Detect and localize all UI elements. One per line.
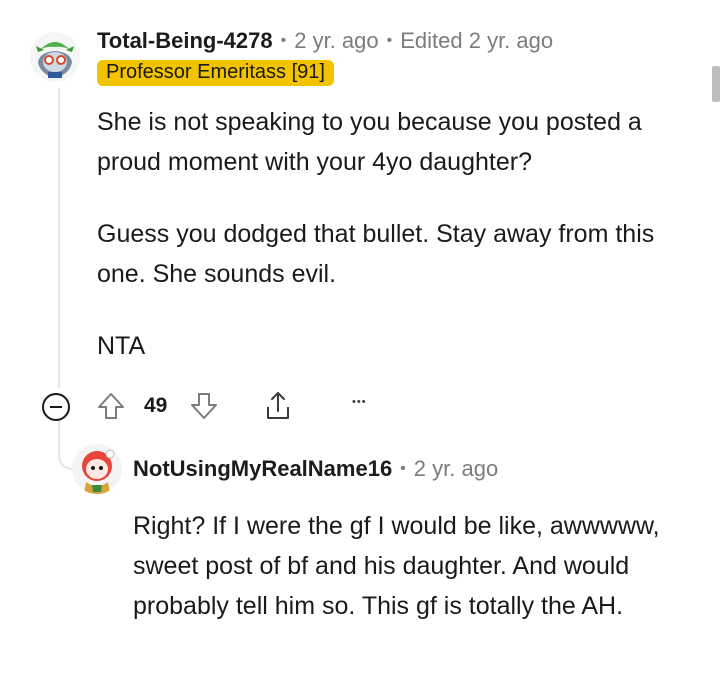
user-flair: Professor Emeritass [91]: [97, 60, 334, 86]
avatar[interactable]: [30, 32, 80, 82]
reply-body: Right? If I were the gf I would be like,…: [133, 512, 660, 620]
share-icon: [267, 392, 289, 419]
comment-paragraph: She is not speaking to you because you p…: [97, 108, 642, 176]
avatar-image: [30, 32, 80, 82]
comment-header: Total-Being-4278 • 2 yr. ago • Edited 2 …: [97, 28, 553, 54]
more-options-icon[interactable]: •••: [352, 396, 367, 408]
username[interactable]: Total-Being-4278: [97, 28, 273, 54]
comment-paragraph: Guess you dodged that bullet. Stay away …: [97, 220, 655, 288]
comment-paragraph: NTA: [97, 332, 146, 360]
reply-connector: [58, 420, 74, 470]
meta-separator: •: [280, 32, 287, 49]
timestamp[interactable]: 2 yr. ago: [294, 28, 378, 54]
meta-separator: •: [386, 32, 393, 49]
downvote-icon: [191, 393, 217, 419]
reply-username[interactable]: NotUsingMyRealName16: [133, 456, 392, 482]
downvote-button[interactable]: [187, 389, 221, 423]
reply-avatar[interactable]: [72, 444, 122, 494]
vote-count: 49: [144, 394, 168, 417]
edited-label: Edited 2 yr. ago: [400, 28, 554, 53]
reply-header: NotUsingMyRealName16 • 2 yr. ago: [133, 456, 498, 482]
meta-separator: •: [400, 460, 406, 477]
upvote-button[interactable]: [94, 389, 128, 423]
thread-line: [58, 88, 60, 388]
comment-body: She is not speaking to you because you p…: [97, 102, 697, 366]
share-button[interactable]: [260, 388, 296, 424]
collapse-icon: [42, 393, 70, 421]
collapse-button[interactable]: [40, 391, 72, 423]
scrollbar[interactable]: [712, 66, 720, 102]
reply-timestamp[interactable]: 2 yr. ago: [414, 456, 498, 482]
avatar-image: [72, 444, 122, 494]
upvote-icon: [98, 393, 124, 419]
